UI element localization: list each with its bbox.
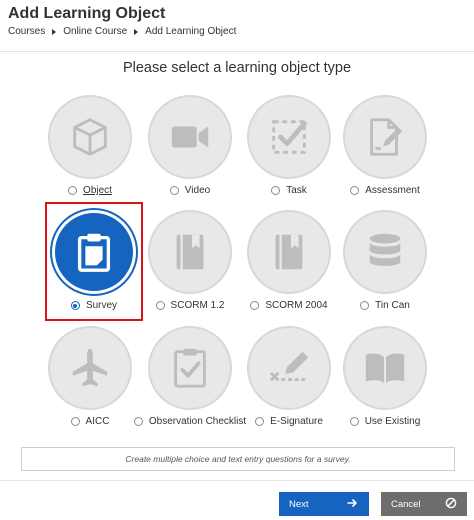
radio-button[interactable] xyxy=(255,417,265,426)
option-radio-row[interactable]: Object xyxy=(42,185,138,196)
arrow-right-icon xyxy=(347,497,359,512)
breadcrumb-item-current: Add Learning Object xyxy=(145,26,237,37)
option-label: Observation Checklist xyxy=(148,416,247,427)
option-label: Object xyxy=(83,185,112,196)
option-label: E-Signature xyxy=(270,416,323,427)
section-heading: Please select a learning object type xyxy=(122,60,352,76)
task-checkbox-icon[interactable] xyxy=(247,95,331,179)
option-label: Task xyxy=(286,185,307,196)
breadcrumb: Courses Online Course Add Learning Objec… xyxy=(8,26,236,37)
radio-button-selected[interactable] xyxy=(70,301,80,310)
assessment-edit-icon[interactable] xyxy=(343,95,427,179)
signature-pen-icon[interactable] xyxy=(247,326,331,410)
radio-button[interactable] xyxy=(250,301,260,310)
video-camera-icon[interactable] xyxy=(148,95,232,179)
radio-button[interactable] xyxy=(360,301,370,310)
checklist-clipboard-icon[interactable] xyxy=(148,326,232,410)
open-book-icon[interactable] xyxy=(343,326,427,410)
radio-button[interactable] xyxy=(68,186,78,195)
cancel-circle-icon xyxy=(445,497,457,512)
option-radio-row[interactable]: Observation Checklist xyxy=(133,416,246,427)
radio-button[interactable] xyxy=(349,417,359,426)
radio-button[interactable] xyxy=(133,417,143,426)
page-title: Add Learning Object xyxy=(8,5,166,22)
cancel-button-label: Cancel xyxy=(391,498,421,510)
option-label: Survey xyxy=(85,300,118,311)
breadcrumb-separator-icon xyxy=(52,28,57,35)
option-radio-row[interactable]: Assessment xyxy=(337,185,433,196)
dialog-footer: Next Cancel xyxy=(0,480,474,520)
option-label: AICC xyxy=(85,416,110,427)
cancel-button[interactable]: Cancel xyxy=(381,492,467,516)
option-label: Tin Can xyxy=(375,300,410,311)
radio-button[interactable] xyxy=(271,186,281,195)
cube-icon[interactable] xyxy=(48,95,132,179)
option-radio-row[interactable]: Task xyxy=(241,185,337,196)
clipboard-icon[interactable] xyxy=(52,210,136,294)
next-button-label: Next xyxy=(289,498,309,510)
option-radio-row[interactable]: AICC xyxy=(42,416,138,427)
next-button[interactable]: Next xyxy=(279,492,369,516)
option-radio-row[interactable]: E-Signature xyxy=(241,416,337,427)
option-label: Use Existing xyxy=(364,416,421,427)
breadcrumb-item-courses[interactable]: Courses xyxy=(8,26,45,37)
option-label: SCORM 1.2 xyxy=(170,300,225,311)
breadcrumb-item-online-course[interactable]: Online Course xyxy=(63,26,127,37)
book-icon[interactable] xyxy=(148,210,232,294)
database-icon[interactable] xyxy=(343,210,427,294)
option-radio-row[interactable]: SCORM 1.2 xyxy=(142,300,238,311)
book-icon[interactable] xyxy=(247,210,331,294)
option-radio-row[interactable]: Tin Can xyxy=(337,300,433,311)
radio-button[interactable] xyxy=(350,186,360,195)
option-radio-row[interactable]: SCORM 2004 xyxy=(241,300,337,311)
airplane-icon[interactable] xyxy=(48,326,132,410)
option-label: SCORM 2004 xyxy=(265,300,328,311)
option-radio-row[interactable]: Survey xyxy=(46,300,142,311)
breadcrumb-separator-icon xyxy=(134,28,139,35)
radio-button[interactable] xyxy=(169,186,179,195)
option-radio-row[interactable]: Use Existing xyxy=(337,416,433,427)
option-label: Assessment xyxy=(365,185,420,196)
radio-button[interactable] xyxy=(155,301,165,310)
radio-button[interactable] xyxy=(70,417,80,426)
option-description: Create multiple choice and text entry qu… xyxy=(21,447,455,471)
option-radio-row[interactable]: Video xyxy=(142,185,238,196)
page-header: Add Learning Object Courses Online Cours… xyxy=(0,0,474,52)
option-label: Video xyxy=(184,185,211,196)
